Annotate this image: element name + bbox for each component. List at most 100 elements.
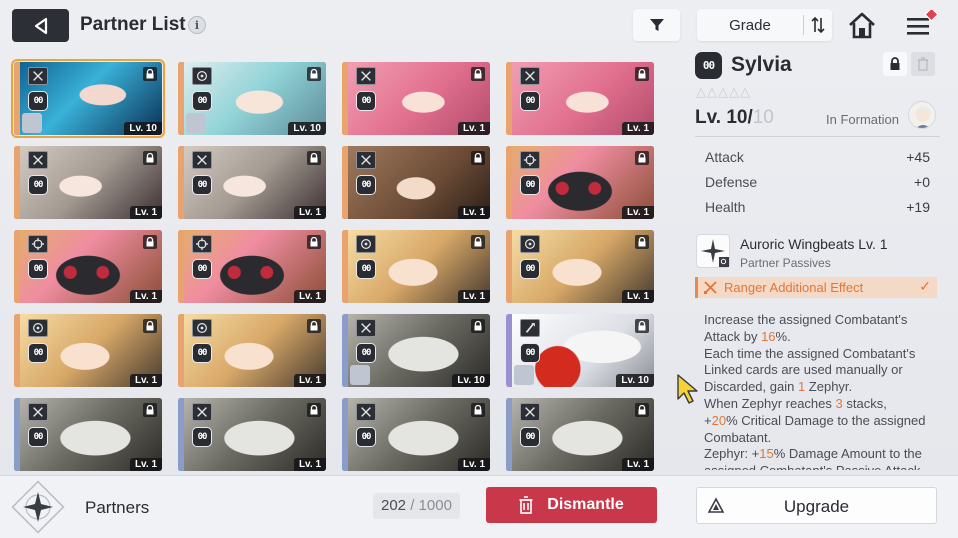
card-level: Lv. 1: [621, 206, 654, 219]
formation-avatar[interactable]: [908, 101, 936, 129]
class-badge: [28, 403, 48, 421]
partner-card[interactable]: 00 Lv. 1: [342, 146, 490, 219]
rarity-strip: [506, 146, 512, 219]
class-badge: [520, 319, 540, 337]
grade-emblem: 00: [520, 91, 540, 111]
partner-level: Lv. 10/10: [695, 107, 774, 129]
dismantle-button[interactable]: Dismantle: [486, 487, 657, 523]
desc-line: +20% Critical Damage to the assigned Com…: [704, 413, 940, 447]
grade-emblem: 00: [356, 91, 376, 111]
card-level: Lv. 1: [457, 458, 490, 471]
upgrade-button[interactable]: Upgrade: [696, 487, 937, 524]
class-badge: [192, 235, 212, 253]
filter-button[interactable]: [633, 9, 680, 41]
star-burst-icon: [701, 239, 729, 267]
compass-icon: [197, 71, 207, 81]
crosshair-icon: [523, 153, 537, 167]
passive-description[interactable]: Increase the assigned Combatant's Attack…: [704, 312, 940, 470]
count-max: 1000: [418, 497, 452, 514]
stat-label: Attack: [705, 149, 744, 165]
partner-card[interactable]: 00 Lv. 1: [342, 398, 490, 471]
lock-icon: [471, 235, 485, 249]
crosshair-icon: [31, 237, 45, 251]
grade-emblem: 00: [192, 343, 212, 363]
sort-order-icon[interactable]: [807, 15, 829, 35]
crossed-swords-icon: [525, 71, 535, 81]
sort-dropdown[interactable]: Grade: [697, 9, 832, 41]
assigned-combatant-avatar: [186, 113, 206, 133]
partner-card[interactable]: 00 Lv. 1: [178, 146, 326, 219]
grade-emblem: 00: [28, 175, 48, 195]
mouse-cursor-icon: [677, 374, 698, 404]
lock-icon: [635, 235, 649, 249]
rank-stars: △△△△△: [696, 84, 751, 99]
partner-card[interactable]: 00 Lv. 1: [506, 398, 654, 471]
card-level: Lv. 1: [293, 206, 326, 219]
class-badge: [192, 403, 212, 421]
passive-name: Auroric Wingbeats Lv. 1: [740, 236, 888, 252]
rarity-strip: [342, 314, 348, 387]
partner-card[interactable]: 00 Lv. 10: [342, 314, 490, 387]
crossed-swords-icon: [361, 407, 371, 417]
partner-card[interactable]: 00 Lv. 1: [342, 62, 490, 135]
partner-card[interactable]: 00 Lv. 1: [178, 314, 326, 387]
home-icon[interactable]: [846, 10, 878, 42]
partner-card[interactable]: 00 Lv. 1: [506, 146, 654, 219]
menu-icon[interactable]: [904, 10, 938, 42]
crosshair-icon: [195, 237, 209, 251]
partner-card[interactable]: 00 Lv. 10: [506, 314, 654, 387]
level-current: Lv. 10/: [695, 107, 753, 128]
rarity-strip: [14, 398, 20, 471]
partner-card[interactable]: 00 Lv. 1: [14, 146, 162, 219]
passive-skill-icon[interactable]: [696, 234, 730, 268]
rarity-strip: [178, 314, 184, 387]
card-level: Lv. 1: [129, 206, 162, 219]
class-badge: [520, 151, 540, 169]
partner-card[interactable]: 00 Lv. 1: [14, 398, 162, 471]
ranger-effect-bar[interactable]: Ranger Additional Effect ✓: [695, 277, 937, 298]
lock-icon: [143, 67, 157, 81]
assigned-combatant-avatar: [350, 365, 370, 385]
lock-icon: [143, 235, 157, 249]
back-button[interactable]: [12, 9, 69, 42]
filter-icon: [649, 19, 664, 31]
partner-card[interactable]: 00 Lv. 10: [178, 62, 326, 135]
grade-emblem: 00: [356, 259, 376, 279]
rarity-strip: [342, 398, 348, 471]
info-icon[interactable]: i: [188, 16, 206, 34]
partner-card[interactable]: 00 Lv. 1: [178, 398, 326, 471]
card-level: Lv. 10: [616, 374, 654, 387]
partner-card[interactable]: 00 Lv. 1: [14, 314, 162, 387]
count-sep: /: [406, 497, 419, 514]
desc-text: stacks,: [842, 395, 887, 411]
lock-icon: [471, 67, 485, 81]
partner-grid: 00 Lv. 10 00 Lv. 10 00 Lv. 1 00 Lv. 1 00 Lv. 1 00 L…: [11, 59, 660, 471]
partner-card[interactable]: 00 Lv. 1: [506, 62, 654, 135]
partner-card[interactable]: 00 Lv. 1: [506, 230, 654, 303]
stat-attack: Attack +45: [705, 149, 930, 165]
rarity-strip: [506, 62, 512, 135]
class-badge: [28, 235, 48, 253]
partner-card[interactable]: 00 Lv. 1: [342, 230, 490, 303]
lock-icon: [635, 319, 649, 333]
partner-card[interactable]: 00 Lv. 1: [178, 230, 326, 303]
partner-detail-panel: 00 Sylvia △△△△△ Lv. 10/10 In Formation A…: [695, 48, 945, 470]
lock-icon: [471, 319, 485, 333]
partner-card[interactable]: 00 Lv. 10: [11, 59, 165, 138]
lock-button[interactable]: [883, 52, 907, 76]
card-level: Lv. 1: [621, 458, 654, 471]
lock-icon: [635, 403, 649, 417]
class-badge: [28, 67, 48, 85]
rarity-strip: [14, 146, 20, 219]
partner-card[interactable]: 00 Lv. 1: [14, 230, 162, 303]
card-level: Lv. 10: [124, 122, 162, 135]
rarity-strip: [14, 230, 20, 303]
card-level: Lv. 10: [288, 122, 326, 135]
dismantle-label: Dismantle: [547, 496, 624, 513]
grade-emblem: 00: [520, 175, 540, 195]
stat-defense: Defense +0: [705, 174, 930, 190]
rarity-strip: [178, 398, 184, 471]
grade-emblem: 00: [520, 343, 540, 363]
delete-button[interactable]: [911, 52, 935, 76]
card-level: Lv. 10: [452, 374, 490, 387]
